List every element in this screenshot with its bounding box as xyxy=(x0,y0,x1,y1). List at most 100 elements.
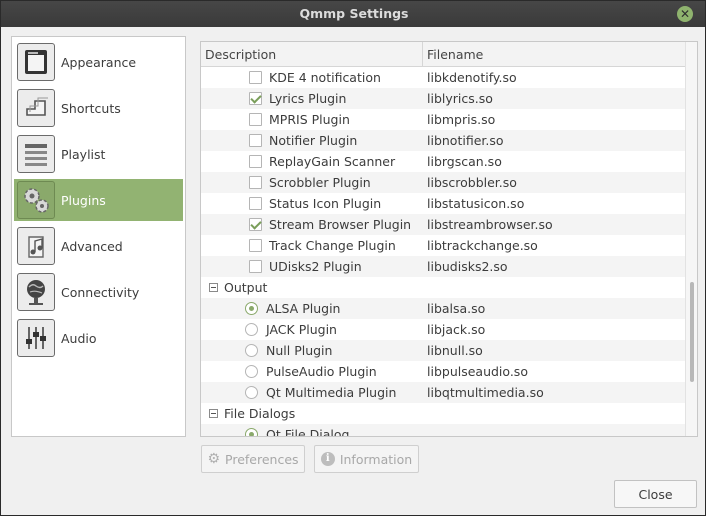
table-row[interactable]: Null Plugin libnull.so xyxy=(201,340,685,361)
plugins-table: Description Filename KDE 4 notification … xyxy=(200,41,698,437)
plugin-description: Notifier Plugin xyxy=(269,133,358,148)
sidebar-item-advanced[interactable]: Advanced xyxy=(14,225,183,267)
description-cell: Scrobbler Plugin xyxy=(201,172,423,193)
description-cell: Qt Multimedia Plugin xyxy=(201,382,423,403)
shortcuts-icon xyxy=(17,89,55,127)
group-row[interactable]: Output xyxy=(201,277,685,298)
table-body: KDE 4 notification plugin libkdenotify.so… xyxy=(201,67,685,437)
table-row[interactable]: Lyrics Plugin liblyrics.so xyxy=(201,88,685,109)
info-icon: i xyxy=(320,452,335,466)
plugin-description: JACK Plugin xyxy=(266,322,337,337)
group-label: Output xyxy=(224,280,268,295)
close-button-label: Close xyxy=(638,486,673,502)
gear-icon: ⚙ xyxy=(207,451,221,467)
filename-cell: libkdenotify.so xyxy=(427,70,517,85)
plugin-description: ALSA Plugin xyxy=(266,301,341,316)
table-row[interactable]: ALSA Plugin libalsa.so xyxy=(201,298,685,319)
playlist-icon xyxy=(17,135,55,173)
filename-cell: libalsa.so xyxy=(427,301,486,316)
sidebar-item-label: Connectivity xyxy=(61,284,140,300)
plugins-icon xyxy=(17,181,55,219)
description-cell: JACK Plugin xyxy=(201,319,423,340)
filename-cell: libqtmultimedia.so xyxy=(427,385,544,400)
table-row[interactable]: UDisks2 Plugin libudisks2.so xyxy=(201,256,685,277)
table-row[interactable]: Stream Browser Plugin libstreambrowser.so xyxy=(201,214,685,235)
table-row[interactable]: Track Change Plugin libtrackchange.so xyxy=(201,235,685,256)
column-header-description[interactable]: Description xyxy=(201,42,423,67)
plugin-checkbox[interactable] xyxy=(249,176,262,189)
column-header-filename[interactable]: Filename xyxy=(423,42,685,67)
title-bar: Qmmp Settings ✕ xyxy=(1,1,705,27)
table-row[interactable]: PulseAudio Plugin libpulseaudio.so xyxy=(201,361,685,382)
plugin-checkbox[interactable] xyxy=(249,260,262,273)
plugin-radio[interactable] xyxy=(245,386,258,399)
table-row[interactable]: KDE 4 notification plugin libkdenotify.so xyxy=(201,67,685,106)
filename-cell: libscrobbler.so xyxy=(427,175,517,190)
filename-cell: libjack.so xyxy=(427,322,486,337)
description-cell: UDisks2 Plugin xyxy=(201,256,423,277)
plugin-radio[interactable] xyxy=(245,323,258,336)
scrollbar-thumb[interactable] xyxy=(690,282,694,382)
plugin-checkbox[interactable] xyxy=(249,71,262,84)
preferences-button[interactable]: ⚙ Preferences xyxy=(201,445,305,473)
sidebar-item-shortcuts[interactable]: Shortcuts xyxy=(14,87,183,129)
collapse-toggle-icon[interactable] xyxy=(209,409,218,418)
plugin-radio[interactable] xyxy=(245,428,258,436)
settings-sidebar: Appearance Shortcuts Playlist Plugins Advanc… xyxy=(11,36,186,437)
table-row[interactable]: JACK Plugin libjack.so xyxy=(201,319,685,340)
filename-cell: liblyrics.so xyxy=(427,91,493,106)
plugin-checkbox[interactable] xyxy=(249,134,262,147)
sidebar-item-audio[interactable]: Audio xyxy=(14,317,183,359)
group-row[interactable]: File Dialogs xyxy=(201,403,685,424)
description-cell: Track Change Plugin xyxy=(201,235,423,256)
table-row[interactable]: Scrobbler Plugin libscrobbler.so xyxy=(201,172,685,193)
description-cell: PulseAudio Plugin xyxy=(201,361,423,382)
table-row[interactable]: MPRIS Plugin libmpris.so xyxy=(201,109,685,130)
plugin-description: Qt Multimedia Plugin xyxy=(266,385,397,400)
description-cell: Output xyxy=(201,277,423,298)
sidebar-item-connectivity[interactable]: Connectivity xyxy=(14,271,183,313)
plugin-checkbox[interactable] xyxy=(249,92,262,105)
table-row[interactable]: Status Icon Plugin libstatusicon.so xyxy=(201,193,685,214)
plugin-checkbox[interactable] xyxy=(249,218,262,231)
sidebar-item-label: Appearance xyxy=(61,54,137,70)
window-title: Qmmp Settings xyxy=(299,6,409,21)
plugin-checkbox[interactable] xyxy=(249,113,262,126)
group-label: File Dialogs xyxy=(224,406,296,421)
description-cell: MPRIS Plugin xyxy=(201,109,423,130)
description-cell: Qt File Dialog xyxy=(201,424,423,437)
plugin-description: Qt File Dialog xyxy=(266,427,350,437)
sidebar-item-playlist[interactable]: Playlist xyxy=(14,133,183,175)
description-cell: KDE 4 notification plugin xyxy=(201,67,423,106)
information-button-label: Information xyxy=(339,451,413,467)
sidebar-item-label: Plugins xyxy=(61,192,106,208)
description-cell: Notifier Plugin xyxy=(201,130,423,151)
plugin-checkbox[interactable] xyxy=(249,239,262,252)
sidebar-item-label: Audio xyxy=(61,330,97,346)
description-cell: Null Plugin xyxy=(201,340,423,361)
table-row[interactable]: Notifier Plugin libnotifier.so xyxy=(201,130,685,151)
sidebar-item-plugins[interactable]: Plugins xyxy=(14,179,183,221)
plugin-description: Status Icon Plugin xyxy=(269,196,382,211)
plugin-radio[interactable] xyxy=(245,344,258,357)
description-cell: ALSA Plugin xyxy=(201,298,423,319)
information-button[interactable]: i Information xyxy=(314,445,419,473)
plugin-description: UDisks2 Plugin xyxy=(269,259,362,274)
filename-cell: libudisks2.so xyxy=(427,259,508,274)
filename-cell: libnull.so xyxy=(427,343,483,358)
collapse-toggle-icon[interactable] xyxy=(209,283,218,292)
plugin-radio[interactable] xyxy=(245,302,258,315)
plugin-radio[interactable] xyxy=(245,365,258,378)
sidebar-item-appearance[interactable]: Appearance xyxy=(14,41,183,83)
table-row[interactable]: Qt File Dialog xyxy=(201,424,685,437)
advanced-icon xyxy=(17,227,55,265)
vertical-scrollbar[interactable] xyxy=(685,42,697,436)
table-row[interactable]: Qt Multimedia Plugin libqtmultimedia.so xyxy=(201,382,685,403)
filename-cell: libtrackchange.so xyxy=(427,238,538,253)
filename-cell: libnotifier.so xyxy=(427,133,504,148)
close-button[interactable]: Close xyxy=(614,480,697,508)
plugin-checkbox[interactable] xyxy=(249,197,262,210)
plugin-checkbox[interactable] xyxy=(249,155,262,168)
table-row[interactable]: ReplayGain Scanner Plugin librgscan.so xyxy=(201,151,685,190)
close-window-icon[interactable]: ✕ xyxy=(677,6,693,22)
